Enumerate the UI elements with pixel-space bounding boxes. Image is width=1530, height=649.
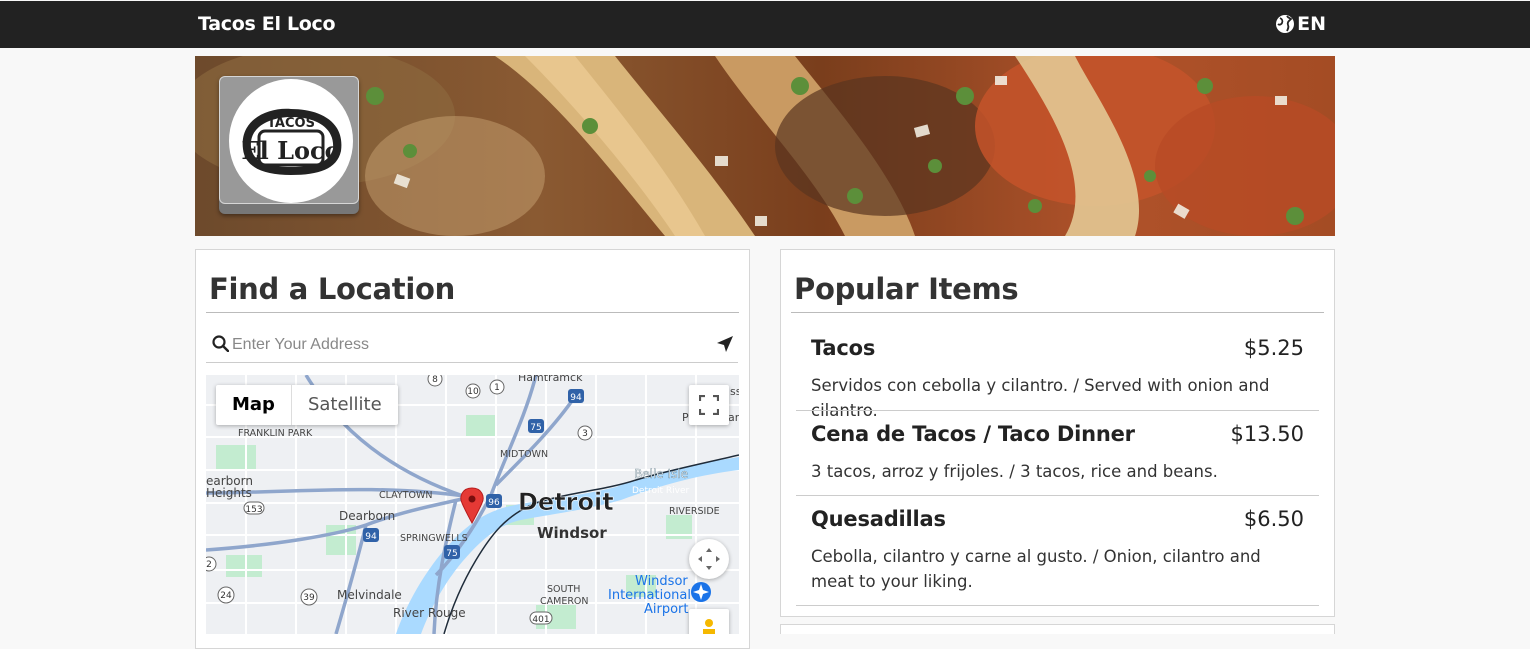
- svg-text:SPRINGWELLS: SPRINGWELLS: [400, 533, 468, 544]
- svg-text:Airport: Airport: [644, 602, 689, 617]
- svg-text:39: 39: [303, 593, 315, 603]
- map-type-control: Map Satellite: [216, 385, 398, 425]
- menu-item-description: Cebolla, cilantro y carne al gusto. / On…: [811, 547, 1261, 591]
- menu-item-price: $13.50: [1230, 422, 1304, 446]
- menu-item-price: $5.25: [1243, 336, 1304, 360]
- map-type-map-button[interactable]: Map: [216, 385, 291, 425]
- svg-text:96: 96: [488, 498, 500, 508]
- svg-text:ss: ss: [730, 385, 739, 398]
- svg-text:SOUTH: SOUTH: [547, 584, 580, 595]
- menu-item-divider: [796, 410, 1319, 411]
- menu-item-description: 3 tacos, arroz y frijoles. / 3 tacos, ri…: [811, 462, 1218, 481]
- logo-card: TACOS El Loco: [219, 76, 359, 214]
- menu-item-divider: [796, 605, 1319, 606]
- top-navbar: Tacos El Loco EN: [0, 1, 1530, 48]
- svg-text:CLAYTOWN: CLAYTOWN: [379, 490, 433, 501]
- svg-text:94: 94: [570, 393, 582, 403]
- svg-text:MIDTOWN: MIDTOWN: [500, 449, 548, 460]
- restaurant-logo: TACOS El Loco: [229, 79, 353, 203]
- svg-text:75: 75: [446, 549, 457, 559]
- pegman-icon: [701, 619, 717, 634]
- svg-text:10: 10: [467, 387, 479, 397]
- fullscreen-button[interactable]: [689, 385, 729, 425]
- svg-text:River Rouge: River Rouge: [393, 606, 466, 620]
- location-map[interactable]: 8 10 1 94 75 3 96 153 94 75 2 24 39 401 …: [206, 375, 739, 634]
- address-input[interactable]: [230, 333, 704, 357]
- svg-text:Windsor: Windsor: [635, 574, 688, 589]
- svg-text:TACOS: TACOS: [267, 116, 315, 131]
- fullscreen-icon: [699, 395, 719, 415]
- map-type-satellite-button[interactable]: Satellite: [290, 385, 398, 425]
- svg-text:75: 75: [530, 423, 541, 433]
- map-camera-control[interactable]: [689, 539, 729, 579]
- svg-text:94: 94: [365, 532, 377, 542]
- menu-item-name: Tacos: [811, 336, 876, 360]
- svg-text:ark: ark: [728, 411, 739, 424]
- svg-text:3: 3: [582, 429, 588, 439]
- svg-text:P: P: [682, 411, 689, 424]
- find-location-title: Find a Location: [209, 272, 455, 306]
- move-arrows-icon: [697, 547, 721, 571]
- svg-text:24: 24: [220, 591, 232, 601]
- svg-text:Windsor: Windsor: [537, 524, 607, 542]
- location-arrow-icon[interactable]: [716, 335, 734, 358]
- hero-banner-image: [195, 56, 1335, 236]
- svg-text:RIVERSIDE: RIVERSIDE: [669, 506, 720, 517]
- menu-item-name: Cena de Tacos / Taco Dinner: [811, 422, 1135, 446]
- svg-text:Detroit: Detroit: [518, 488, 614, 516]
- title-divider: [206, 312, 739, 313]
- next-panel: [780, 624, 1335, 634]
- svg-text:Hamtramck: Hamtramck: [518, 375, 583, 384]
- svg-text:International: International: [608, 588, 691, 603]
- language-label: EN: [1297, 13, 1326, 35]
- globe-icon: [1275, 14, 1295, 34]
- svg-text:8: 8: [432, 375, 438, 385]
- svg-text:153: 153: [245, 505, 262, 515]
- svg-text:El Loco: El Loco: [241, 136, 340, 165]
- svg-text:1: 1: [494, 383, 500, 393]
- svg-text:Belle Isle: Belle Isle: [634, 467, 688, 481]
- popular-items-title: Popular Items: [794, 272, 1019, 306]
- menu-item-description: Servidos con cebolla y cilantro. / Serve…: [811, 376, 1270, 420]
- address-search: [206, 327, 738, 363]
- svg-text:Detroit River: Detroit River: [632, 486, 690, 496]
- svg-text:401: 401: [532, 615, 549, 625]
- svg-text:CAMERON: CAMERON: [540, 596, 589, 607]
- street-view-pegman[interactable]: [689, 609, 729, 634]
- svg-text:2: 2: [206, 560, 212, 570]
- svg-text:Dearborn: Dearborn: [339, 509, 395, 523]
- language-switcher[interactable]: EN: [1275, 13, 1326, 35]
- menu-item-divider: [796, 495, 1319, 496]
- svg-text:FRANKLIN PARK: FRANKLIN PARK: [238, 428, 313, 439]
- search-icon: [212, 335, 230, 357]
- popular-title-divider: [791, 312, 1324, 313]
- menu-item-name: Quesadillas: [811, 507, 946, 531]
- menu-item-price: $6.50: [1243, 507, 1304, 531]
- brand-link[interactable]: Tacos El Loco: [198, 13, 336, 35]
- svg-text:Melvindale: Melvindale: [337, 588, 402, 602]
- svg-text:Heights: Heights: [206, 486, 252, 500]
